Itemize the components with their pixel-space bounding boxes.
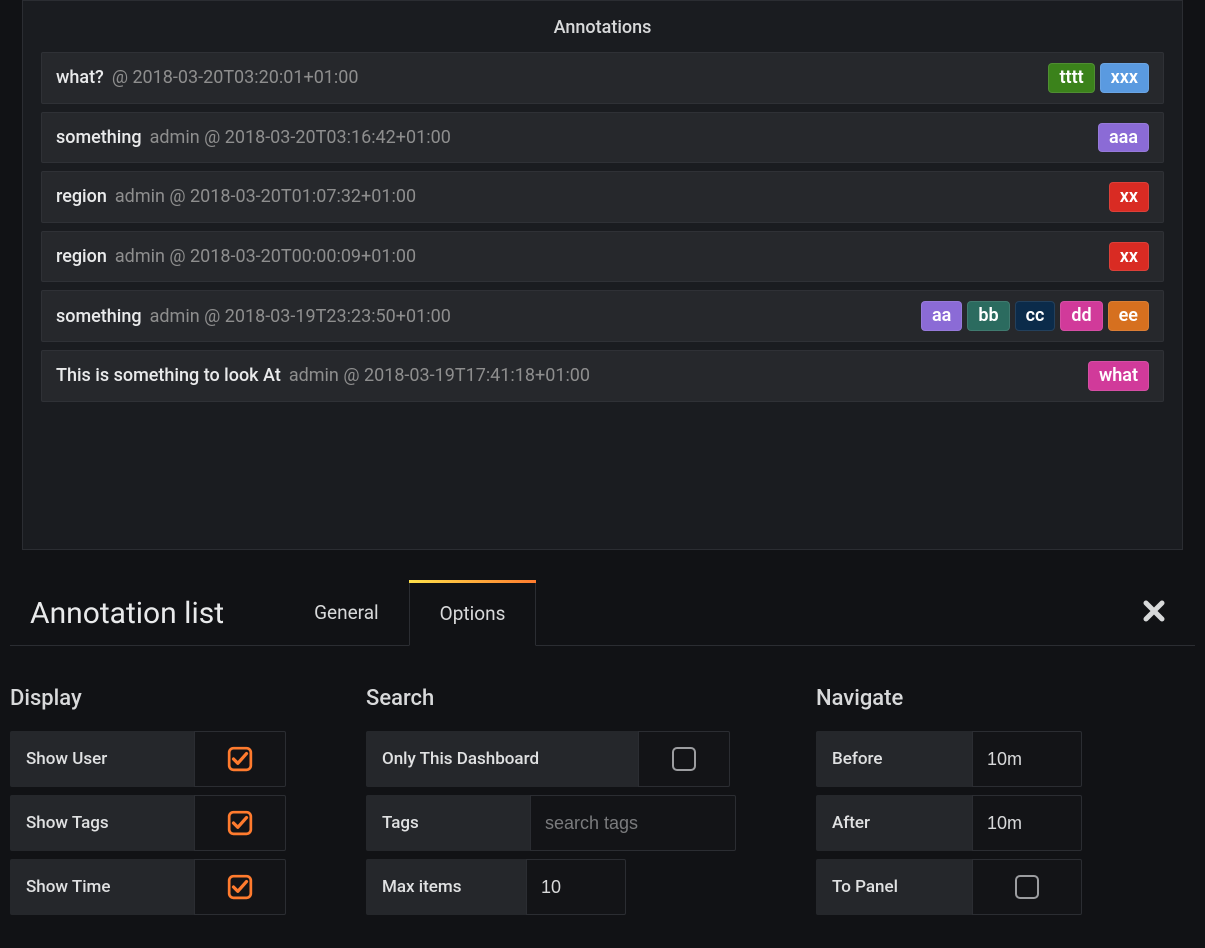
annotation-item-left: what? @ 2018-03-20T03:20:01+01:00	[56, 67, 359, 88]
label-before: Before	[816, 731, 972, 787]
annotation-item[interactable]: what? @ 2018-03-20T03:20:01+01:00 ttttxxx	[41, 52, 1164, 104]
row-to-panel: To Panel	[816, 859, 1082, 915]
row-tags: Tags	[366, 795, 736, 851]
label-max-items: Max items	[366, 859, 526, 915]
editor-title: Annotation list	[10, 596, 284, 645]
before-input[interactable]	[972, 731, 1082, 787]
annotation-item[interactable]: something admin @ 2018-03-20T03:16:42+01:…	[41, 112, 1164, 164]
checkbox-show-tags[interactable]	[194, 795, 286, 851]
max-items-input[interactable]	[526, 859, 626, 915]
tag[interactable]: aaa	[1098, 123, 1149, 153]
row-show-user: Show User	[10, 731, 286, 787]
after-input[interactable]	[972, 795, 1082, 851]
section-search: Search Only This Dashboard Tags Max item…	[366, 686, 736, 923]
checkbox-show-user[interactable]	[194, 731, 286, 787]
checkbox-only-dashboard[interactable]	[638, 731, 730, 787]
row-show-time: Show Time	[10, 859, 286, 915]
tag[interactable]: xx	[1109, 242, 1149, 272]
annotation-tags: aaa	[1098, 123, 1149, 153]
annotations-panel: Annotations what? @ 2018-03-20T03:20:01+0…	[22, 0, 1183, 550]
options-sections: Display Show User Show Tags Show Ti	[10, 646, 1195, 923]
tag[interactable]: dd	[1060, 301, 1102, 331]
annotation-tags: ttttxxx	[1048, 63, 1149, 93]
annotation-item[interactable]: region admin @ 2018-03-20T01:07:32+01:00 x…	[41, 171, 1164, 223]
tag[interactable]: cc	[1015, 301, 1056, 331]
row-max-items: Max items	[366, 859, 736, 915]
panel-editor: Annotation list General Options Display …	[0, 550, 1205, 923]
tag[interactable]: bb	[967, 301, 1009, 331]
annotation-title: something	[56, 127, 142, 148]
annotation-item-left: something admin @ 2018-03-19T23:23:50+01:…	[56, 306, 451, 327]
annotation-item[interactable]: This is something to look At admin @ 2018…	[41, 350, 1164, 402]
annotation-tags: aabbccddee	[921, 301, 1149, 331]
label-tags: Tags	[366, 795, 530, 851]
checkbox-to-panel[interactable]	[972, 859, 1082, 915]
label-after: After	[816, 795, 972, 851]
annotation-meta: admin @ 2018-03-19T17:41:18+01:00	[289, 365, 590, 386]
row-show-tags: Show Tags	[10, 795, 286, 851]
tag[interactable]: what	[1088, 361, 1149, 391]
annotations-list: what? @ 2018-03-20T03:20:01+01:00 ttttxxx s…	[23, 52, 1182, 402]
annotation-title: what?	[56, 67, 104, 88]
annotation-tags: what	[1088, 361, 1149, 391]
checkbox-show-time[interactable]	[194, 859, 286, 915]
section-search-heading: Search	[366, 686, 736, 711]
row-after: After	[816, 795, 1082, 851]
tag[interactable]: ee	[1108, 301, 1149, 331]
annotation-meta: admin @ 2018-03-19T23:23:50+01:00	[150, 306, 451, 327]
annotation-meta: admin @ 2018-03-20T00:00:09+01:00	[115, 246, 416, 267]
section-display-heading: Display	[10, 686, 286, 711]
row-only-dashboard: Only This Dashboard	[366, 731, 736, 787]
annotation-item-left: region admin @ 2018-03-20T00:00:09+01:00	[56, 246, 416, 267]
label-show-tags: Show Tags	[10, 795, 194, 851]
tag[interactable]: tttt	[1048, 63, 1094, 93]
annotation-item-left: something admin @ 2018-03-20T03:16:42+01:…	[56, 127, 451, 148]
annotation-title: region	[56, 186, 107, 207]
annotation-item-left: This is something to look At admin @ 2018…	[56, 365, 590, 386]
checkbox-empty-icon	[672, 747, 696, 771]
close-icon[interactable]	[1143, 599, 1195, 645]
annotation-meta: admin @ 2018-03-20T01:07:32+01:00	[115, 186, 416, 207]
tab-general[interactable]: General	[284, 579, 409, 645]
row-before: Before	[816, 731, 1082, 787]
tag[interactable]: xxx	[1100, 63, 1149, 93]
annotation-meta: admin @ 2018-03-20T03:16:42+01:00	[150, 127, 451, 148]
tab-options[interactable]: Options	[409, 580, 537, 646]
annotation-item-left: region admin @ 2018-03-20T01:07:32+01:00	[56, 186, 416, 207]
label-show-user: Show User	[10, 731, 194, 787]
annotation-title: This is something to look At	[56, 365, 281, 386]
tag[interactable]: xx	[1109, 182, 1149, 212]
annotation-title: region	[56, 246, 107, 267]
annotation-item[interactable]: something admin @ 2018-03-19T23:23:50+01:…	[41, 290, 1164, 342]
annotation-item[interactable]: region admin @ 2018-03-20T00:00:09+01:00 x…	[41, 231, 1164, 283]
label-to-panel: To Panel	[816, 859, 972, 915]
section-navigate: Navigate Before After To Panel	[816, 686, 1082, 923]
annotation-meta: @ 2018-03-20T03:20:01+01:00	[112, 67, 359, 88]
section-navigate-heading: Navigate	[816, 686, 1082, 711]
annotation-tags: xx	[1109, 242, 1149, 272]
check-icon	[227, 874, 253, 900]
annotation-title: something	[56, 306, 142, 327]
label-only-dashboard: Only This Dashboard	[366, 731, 638, 787]
editor-tabbar: Annotation list General Options	[10, 580, 1195, 646]
tags-input[interactable]	[530, 795, 736, 851]
check-icon	[227, 810, 253, 836]
check-icon	[227, 746, 253, 772]
annotation-tags: xx	[1109, 182, 1149, 212]
panel-title: Annotations	[23, 9, 1182, 52]
checkbox-empty-icon	[1015, 875, 1039, 899]
section-display: Display Show User Show Tags Show Ti	[10, 686, 286, 923]
tag[interactable]: aa	[921, 301, 962, 331]
label-show-time: Show Time	[10, 859, 194, 915]
